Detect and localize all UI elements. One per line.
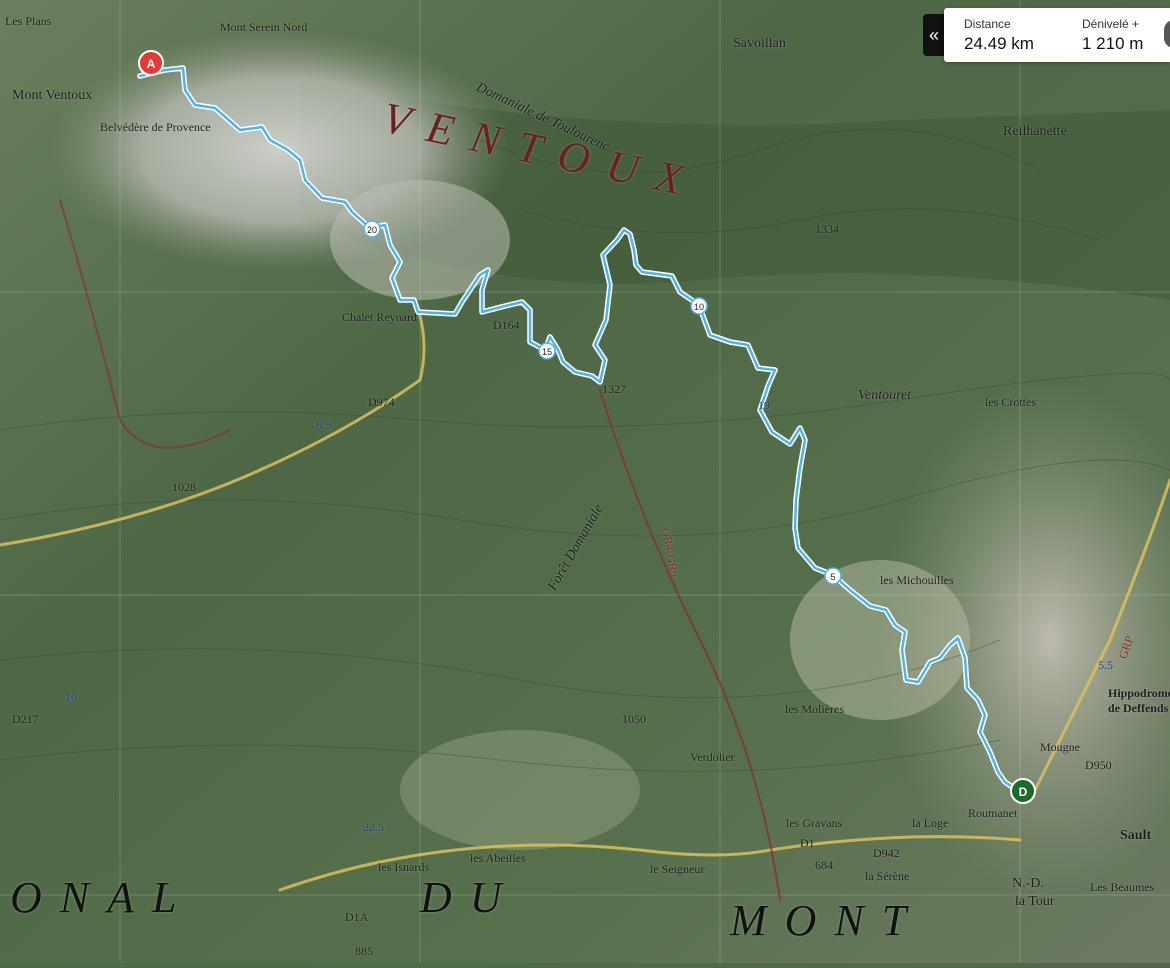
svg-text:D: D [1019,785,1028,799]
label-la-tour: la Tour [1015,894,1055,909]
label-ventouret: Ventouret [858,388,912,403]
label-les-gravans: les Gravans [786,816,843,830]
label-onal-big: ONAL [10,873,195,922]
label-la-loge: la Loge [912,816,949,830]
label-alt-1334: 1334 [815,222,839,236]
svg-text:5: 5 [830,572,835,582]
label-sault: Sault [1120,828,1152,843]
collapse-panel-button[interactable]: « [923,14,945,56]
label-chalet-reynard: Chalet Reynard [342,310,417,324]
distance-value: 24.49 km [964,34,1034,53]
distance-stat: Distance 24.49 km [964,17,1034,54]
label-km-19: 19 [758,398,770,412]
label-roumanet: Roumanet [968,806,1018,820]
label-les-beaumes: Les Beaumes [1090,880,1155,894]
label-le-seigneur: le Seigneur [650,862,705,876]
label-mont-serein: Mont Serein Nord [220,20,308,34]
panel-more-button[interactable] [1164,20,1170,48]
label-les-molieres: les Molières [785,702,844,716]
label-les-abeilles: les Abeilles [470,851,526,865]
label-road-d1: D1 [800,836,815,850]
label-mougne: Mougne [1040,740,1080,754]
label-du-big: DU [420,873,520,922]
label-reilhanette: Reilhanette [1003,124,1067,139]
label-road-d974: D974 [368,395,395,409]
map-canvas[interactable]: 5 10 15 20 A D Mont Ventoux Belvédère de… [0,0,1170,963]
route-stats-panel: Distance 24.49 km Dénivelé + 1 210 m [944,8,1170,62]
label-km-5-5: 5.5 [1098,658,1113,672]
km-marker-15[interactable]: 15 [538,342,556,360]
end-marker[interactable]: D [1010,778,1036,804]
km-marker-20[interactable]: 20 [363,220,381,238]
label-km-22-5: 22.5 [363,820,384,834]
label-mont-ventoux: Mont Ventoux [12,88,93,103]
label-alt-885: 885 [355,944,373,958]
label-hippodrome: Hippodrome de Deffends [1108,686,1170,715]
label-nd: N.-D. [1012,876,1044,891]
label-belvedere: Belvédère de Provence [100,120,211,134]
label-les-plans: Les Plans [5,14,52,28]
label-alt-1327: 1327 [602,382,626,396]
km-marker-10[interactable]: 10 [690,297,708,315]
label-alt-684: 684 [815,858,833,872]
svg-text:15: 15 [542,347,552,357]
label-road-d950: D950 [1085,758,1112,772]
label-alt-1028: 1028 [172,480,196,494]
label-mont-big: MONT [730,896,925,945]
elevation-label: Dénivelé + [1082,17,1140,31]
km-marker-5[interactable]: 5 [824,567,842,585]
label-road-d217: D217 [12,712,39,726]
start-marker[interactable]: A [138,50,164,76]
label-alt-1050: 1050 [622,712,646,726]
svg-text:20: 20 [367,225,377,235]
label-km-10: 10 [65,690,77,704]
label-verdolier: Verdolier [690,750,735,764]
label-road-d1a: D1A [345,910,369,924]
svg-text:A: A [147,57,156,71]
double-chevron-left-icon: « [928,24,939,45]
label-road-d942: D942 [873,846,900,860]
label-les-crottes: les Crottes [985,395,1036,409]
label-savoillan: Savoillan [733,36,786,51]
distance-label: Distance [964,17,1011,31]
elevation-value: 1 210 m [1082,34,1144,53]
label-la-serene: la Sérène [865,869,910,883]
svg-text:10: 10 [694,302,704,312]
label-km-6-5: 6.5 [316,418,331,432]
elevation-stat: Dénivelé + 1 210 m [1082,17,1143,54]
label-les-michouilles: les Michouilles [880,573,954,587]
label-road-d164: D164 [493,318,520,332]
